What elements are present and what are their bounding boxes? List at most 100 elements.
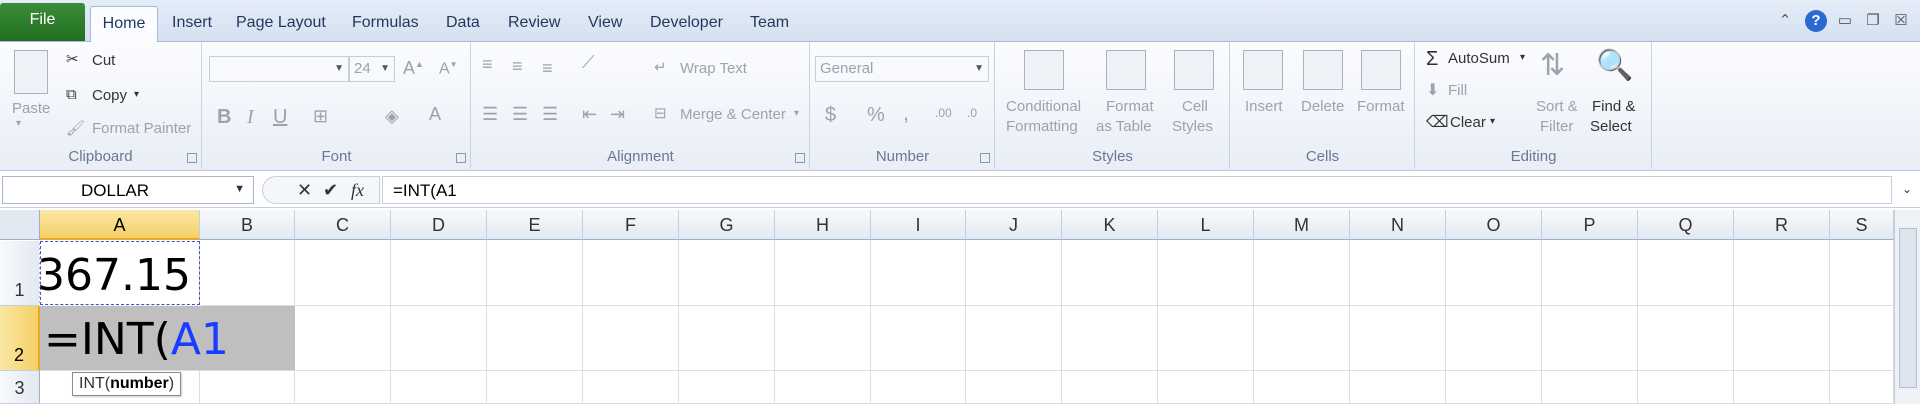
merge-center-dropdown-icon[interactable]: ▾ [794,108,799,119]
restore-window-icon[interactable]: ❐ [1862,10,1884,32]
column-header-d[interactable]: D [391,210,487,240]
tab-team[interactable]: Team [746,6,793,42]
paste-dropdown-icon[interactable]: ▾ [16,118,21,129]
tab-developer[interactable]: Developer [646,6,727,42]
insert-function-icon[interactable]: fx [351,180,364,201]
increase-decimal-icon[interactable]: .00 [935,106,952,120]
name-box-dropdown-icon[interactable]: ▼ [234,183,245,195]
paste-icon[interactable] [14,50,48,94]
function-tooltip[interactable]: INT(number) [72,372,182,396]
cut-button[interactable]: Cut [92,52,115,69]
format-as-table-button-line1[interactable]: Format [1106,98,1154,115]
row-header-2[interactable]: 2 [0,306,40,371]
tab-file[interactable]: File [0,3,85,41]
clear-dropdown-icon[interactable]: ▾ [1490,116,1495,127]
column-header-q[interactable]: Q [1638,210,1734,240]
currency-button[interactable]: $ [825,104,836,127]
font-color-icon[interactable]: A [429,104,441,125]
clipboard-launcher-icon[interactable] [187,153,197,163]
fill-button[interactable]: Fill [1448,82,1467,99]
column-header-g[interactable]: G [679,210,775,240]
decrease-decimal-icon[interactable]: .0 [967,106,977,120]
wrap-text-button[interactable]: Wrap Text [680,60,747,77]
column-header-o[interactable]: O [1446,210,1542,240]
expand-formula-bar-icon[interactable]: ⌄ [1902,182,1912,196]
alignment-launcher-icon[interactable] [795,153,805,163]
row-header-3[interactable]: 3 [0,371,40,404]
sort-filter-button-line1[interactable]: Sort & [1536,98,1578,115]
format-painter-button[interactable]: Format Painter [92,120,191,137]
align-left-icon[interactable]: ☰ [482,104,498,125]
tooltip-argument[interactable]: number [110,375,169,392]
middle-align-icon[interactable]: ≡ [512,56,523,77]
cancel-entry-icon[interactable]: ✕ [297,180,312,201]
minimize-window-icon[interactable]: ▭ [1834,10,1856,32]
close-window-icon[interactable]: ☒ [1890,10,1912,32]
vertical-scrollbar-thumb[interactable] [1899,228,1917,388]
paste-button[interactable]: Paste [12,100,50,117]
underline-button[interactable]: U [273,106,287,129]
font-size-dropdown[interactable]: 24 ▼ [349,56,395,82]
column-header-k[interactable]: K [1062,210,1158,240]
column-header-j[interactable]: J [966,210,1062,240]
delete-cells-button[interactable]: Delete [1301,98,1344,115]
select-all-corner[interactable] [0,210,40,240]
conditional-formatting-button-line2[interactable]: Formatting [1006,118,1078,135]
orientation-icon[interactable]: ⟋ [582,52,595,73]
insert-cells-button[interactable]: Insert [1245,98,1283,115]
cell-styles-button-line2[interactable]: Styles [1172,118,1213,135]
bottom-align-icon[interactable]: ≡ [542,58,553,79]
column-header-i[interactable]: I [871,210,966,240]
cell-styles-button-line1[interactable]: Cell [1182,98,1208,115]
decrease-indent-icon[interactable]: ⇤ [582,104,597,125]
copy-button[interactable]: Copy [92,87,127,104]
column-header-b[interactable]: B [200,210,295,240]
percent-button[interactable]: % [867,104,885,127]
merge-center-button[interactable]: Merge & Center [680,106,786,123]
formula-input[interactable]: =INT(A1 [382,176,1892,204]
increase-indent-icon[interactable]: ⇥ [610,104,625,125]
column-header-c[interactable]: C [295,210,391,240]
tab-home[interactable]: Home [90,6,158,43]
autosum-button[interactable]: AutoSum [1448,50,1510,67]
bold-button[interactable]: B [217,106,231,129]
sort-filter-button-line2[interactable]: Filter [1540,118,1573,135]
find-select-button-line1[interactable]: Find & [1592,98,1635,115]
borders-icon[interactable]: ⊞ [313,106,328,127]
column-header-f[interactable]: F [583,210,679,240]
column-header-l[interactable]: L [1158,210,1254,240]
font-name-dropdown[interactable]: ▼ [209,56,349,82]
tab-data[interactable]: Data [442,6,484,42]
column-header-p[interactable]: P [1542,210,1638,240]
clear-button[interactable]: Clear [1450,114,1486,131]
column-header-a[interactable]: A [40,210,200,240]
cell-a1[interactable]: 367.15 [37,240,201,306]
find-select-button-line2[interactable]: Select [1590,118,1632,135]
copy-dropdown-icon[interactable]: ▾ [134,89,139,100]
tab-page-layout[interactable]: Page Layout [232,6,330,42]
conditional-formatting-button-line1[interactable]: Conditional [1006,98,1081,115]
shrink-font-icon[interactable]: A▼ [439,60,458,78]
fill-color-icon[interactable]: ◈ [385,106,399,127]
autosum-dropdown-icon[interactable]: ▾ [1520,52,1525,63]
column-header-e[interactable]: E [487,210,583,240]
number-format-dropdown[interactable]: General ▼ [815,56,989,82]
italic-button[interactable]: I [247,106,254,129]
help-icon[interactable]: ? [1805,10,1827,32]
format-as-table-button-line2[interactable]: as Table [1096,118,1152,135]
tab-formulas[interactable]: Formulas [348,6,423,42]
column-header-s[interactable]: S [1830,210,1894,240]
tab-review[interactable]: Review [504,6,564,42]
tab-insert[interactable]: Insert [168,6,216,42]
enter-entry-icon[interactable]: ✔ [323,180,338,201]
align-center-icon[interactable]: ☰ [512,104,528,125]
align-right-icon[interactable]: ☰ [542,104,558,125]
top-align-icon[interactable]: ≡ [482,54,493,75]
column-header-h[interactable]: H [775,210,871,240]
column-header-r[interactable]: R [1734,210,1830,240]
comma-button[interactable]: , [903,100,909,126]
row-header-1[interactable]: 1 [0,241,40,306]
column-header-m[interactable]: M [1254,210,1350,240]
vertical-scrollbar[interactable] [1894,210,1920,404]
name-box[interactable]: DOLLAR ▼ [2,176,254,204]
